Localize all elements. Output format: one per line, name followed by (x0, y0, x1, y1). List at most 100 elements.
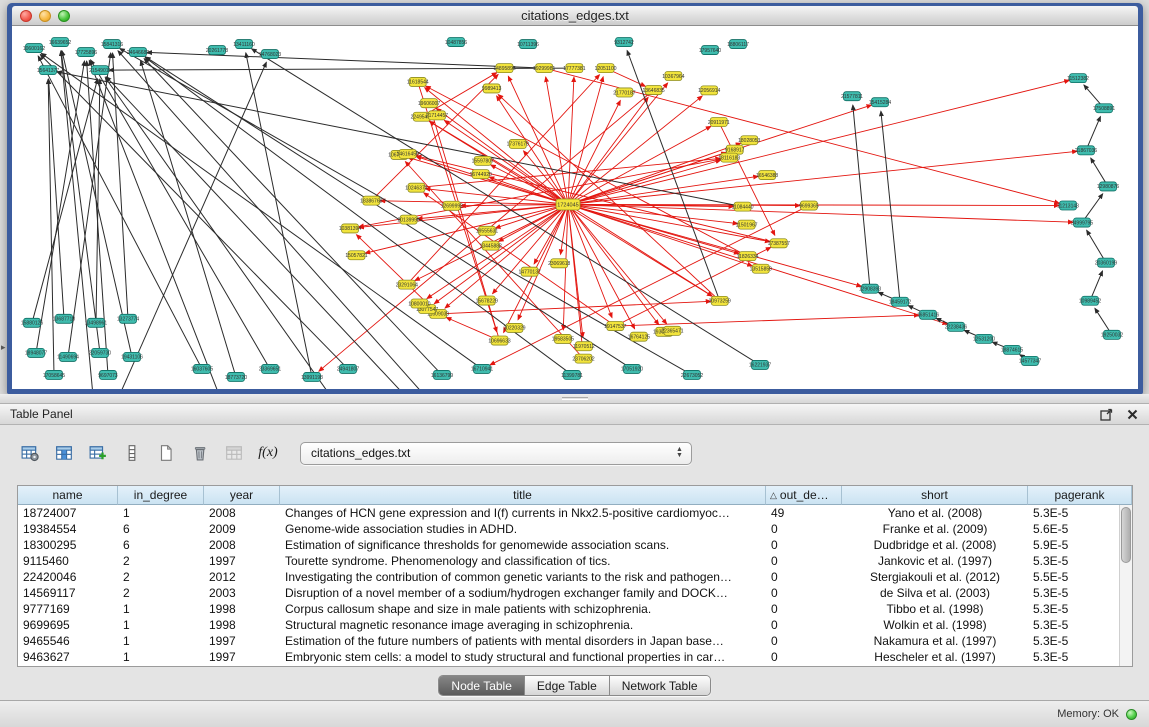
create-column-icon[interactable] (86, 441, 110, 465)
network-node[interactable]: 15641377 (37, 66, 59, 75)
network-node[interactable]: 15880126 (21, 318, 43, 327)
network-edge[interactable] (32, 79, 98, 323)
column-header-in_degree[interactable]: in_degree (118, 486, 204, 505)
table-row[interactable]: 1456911722003Disruption of a novel membe… (18, 585, 1132, 601)
network-node[interactable]: 23069618 (548, 259, 570, 268)
cell-in_degree[interactable]: 1 (118, 505, 204, 521)
network-node[interactable]: 9312742 (614, 38, 634, 47)
network-node[interactable]: 22673052 (681, 370, 703, 379)
network-node[interactable]: 18874615 (1001, 345, 1023, 354)
cell-out_degree[interactable]: 0 (766, 521, 842, 537)
network-node[interactable]: 18459172 (889, 297, 911, 306)
network-node[interactable]: 16037605 (191, 364, 213, 373)
network-node[interactable]: 17508891 (1093, 104, 1115, 113)
network-node[interactable]: 13646835 (642, 86, 664, 95)
cell-year[interactable]: 2009 (204, 521, 280, 537)
network-node[interactable]: 19583505 (552, 334, 574, 343)
column-header-title[interactable]: title (280, 486, 766, 505)
cell-in_degree[interactable]: 6 (118, 521, 204, 537)
table-row[interactable]: 946554611997Estimation of the future num… (18, 633, 1132, 649)
network-node[interactable]: 14768023 (259, 50, 281, 59)
network-node[interactable]: 15841316 (101, 40, 123, 49)
cell-pagerank[interactable]: 5.3E-5 (1028, 633, 1132, 649)
network-hub-node[interactable]: 1724045 (556, 199, 580, 210)
network-node[interactable]: 12531200 (973, 334, 995, 343)
network-edge[interactable] (568, 97, 648, 204)
cell-short[interactable]: Wolkin et al. (1998) (842, 617, 1028, 633)
cell-year[interactable]: 2003 (204, 585, 280, 601)
cell-name[interactable]: 9777169 (18, 601, 118, 617)
cell-year[interactable]: 1998 (204, 601, 280, 617)
cell-name[interactable]: 22420046 (18, 569, 118, 585)
network-node[interactable]: 11618544 (407, 77, 429, 86)
network-node[interactable]: 17058645 (43, 370, 65, 379)
network-node[interactable]: 10800010 (408, 299, 430, 308)
cell-in_degree[interactable]: 2 (118, 585, 204, 601)
network-node[interactable]: 16851416 (917, 310, 939, 319)
float-panel-icon[interactable] (1099, 407, 1113, 421)
cell-title[interactable]: Corpus callosum shape and size in male p… (280, 601, 766, 617)
new-table-icon[interactable] (154, 441, 178, 465)
cell-title[interactable]: Changes of HCN gene expression and I(f) … (280, 505, 766, 521)
network-edge[interactable] (568, 204, 583, 349)
cell-year[interactable]: 1997 (204, 649, 280, 665)
network-node[interactable]: 12699992 (441, 201, 463, 210)
table-selector-dropdown[interactable]: citations_edges.txt▲▼ (300, 442, 692, 465)
table-row[interactable]: 1830029562008Estimation of significance … (18, 537, 1132, 553)
split-handle[interactable] (0, 394, 1149, 403)
cell-out_degree[interactable]: 49 (766, 505, 842, 521)
cell-out_degree[interactable]: 0 (766, 553, 842, 569)
network-graph[interactable]: 1929998117777381120511002177018710367964… (12, 26, 1138, 389)
cell-year[interactable]: 2012 (204, 569, 280, 585)
column-list-icon[interactable] (120, 441, 144, 465)
network-window[interactable]: citations_edges.txt 19299981177773811205… (7, 3, 1143, 394)
cell-year[interactable]: 1997 (204, 633, 280, 649)
network-node[interactable]: 17387557 (768, 239, 790, 248)
network-node[interactable]: 20261778 (206, 46, 228, 55)
network-edge[interactable] (87, 61, 108, 375)
network-edge[interactable] (147, 52, 544, 68)
cell-year[interactable]: 1997 (204, 553, 280, 569)
table-row[interactable]: 977716911998Corpus callosum shape and si… (18, 601, 1132, 617)
network-edge[interactable] (444, 120, 568, 204)
network-node[interactable]: 20220329 (503, 323, 525, 332)
network-node[interactable]: 22059730 (89, 348, 111, 357)
network-edge[interactable] (359, 204, 568, 227)
network-node[interactable]: 19606007 (418, 99, 440, 108)
cell-short[interactable]: Dudbridge et al. (2008) (842, 537, 1028, 553)
network-node[interactable]: 14895895 (493, 64, 515, 73)
import-table-icon[interactable] (222, 441, 246, 465)
network-edge[interactable] (497, 96, 568, 205)
cell-in_degree[interactable]: 1 (118, 617, 204, 633)
cell-in_degree[interactable]: 6 (118, 537, 204, 553)
cell-title[interactable]: Estimation of significance thresholds fo… (280, 537, 766, 553)
network-edge[interactable] (246, 53, 312, 377)
network-canvas[interactable]: 1929998117777381120511002177018710367964… (12, 26, 1138, 389)
network-node[interactable]: 16744920 (470, 170, 492, 179)
network-node[interactable]: 10381394 (339, 224, 361, 233)
network-node[interactable]: 11970512 (573, 342, 595, 351)
splitter-collapse-arrow[interactable]: ▸ (1, 342, 6, 353)
network-node[interactable]: 21867036 (1075, 146, 1097, 155)
network-node[interactable]: 17957640 (699, 46, 721, 55)
network-node[interactable]: 12056914 (698, 86, 720, 95)
network-node[interactable]: 9989413 (482, 84, 502, 93)
network-node[interactable]: 11826334 (737, 252, 759, 261)
column-header-short[interactable]: short (842, 486, 1028, 505)
network-edge[interactable] (881, 111, 900, 302)
show-columns-icon[interactable] (52, 441, 76, 465)
cell-short[interactable]: Stergiakouli et al. (2012) (842, 569, 1028, 585)
tab-network-table[interactable]: Network Table (610, 676, 710, 695)
network-node[interactable]: 11512382 (1067, 74, 1089, 83)
network-node[interactable]: 20139990 (397, 215, 419, 224)
network-node[interactable]: 19555631 (476, 226, 498, 235)
cell-out_degree[interactable]: 0 (766, 569, 842, 585)
network-node[interactable]: 14577347 (1019, 356, 1041, 365)
cell-short[interactable]: Jankovic et al. (1997) (842, 553, 1028, 569)
network-node[interactable]: 10487856 (445, 38, 467, 47)
network-node[interactable]: 19431106 (121, 352, 143, 361)
network-edge[interactable] (118, 62, 267, 389)
network-edge[interactable] (141, 61, 236, 377)
network-node[interactable]: 13991198 (301, 372, 323, 381)
network-edge[interactable] (36, 61, 85, 353)
